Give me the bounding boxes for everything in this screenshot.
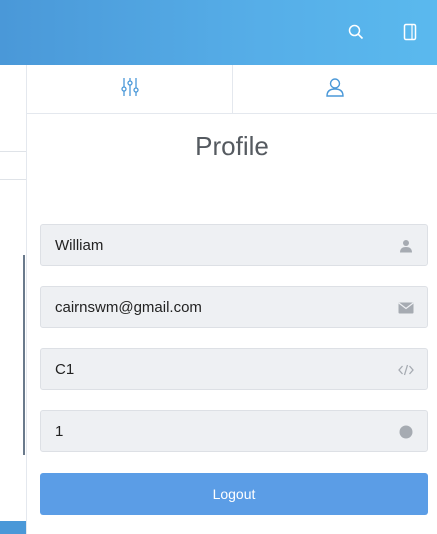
envelope-icon (397, 299, 415, 317)
email-value: cairnswm@gmail.com (55, 299, 202, 316)
logout-button[interactable]: Logout (40, 473, 428, 515)
code-field[interactable]: C1 (40, 348, 428, 390)
user-icon (397, 237, 415, 255)
code-icon (397, 361, 415, 379)
number-value: 1 (55, 423, 64, 440)
tab-profile[interactable] (233, 65, 437, 113)
profile-panel: Profile William cairnswm@gmail.com C1 1 … (27, 65, 437, 534)
user-icon (324, 76, 346, 103)
divider (0, 151, 26, 152)
email-field[interactable]: cairnswm@gmail.com (40, 286, 428, 328)
panel-toggle-icon[interactable] (398, 20, 422, 44)
tab-settings[interactable] (27, 65, 233, 113)
circle-icon (397, 423, 415, 441)
panel-tabs (27, 65, 437, 114)
left-sidebar-edge (0, 65, 27, 534)
page-title: Profile (195, 131, 269, 161)
name-field[interactable]: William (40, 224, 428, 266)
sliders-icon (119, 76, 141, 103)
number-field[interactable]: 1 (40, 410, 428, 452)
code-value: C1 (55, 361, 75, 378)
top-bar (0, 0, 437, 65)
name-value: William (55, 237, 104, 254)
active-marker (0, 521, 26, 534)
scroll-indicator (23, 255, 25, 455)
divider (0, 179, 26, 180)
search-icon[interactable] (344, 20, 368, 44)
